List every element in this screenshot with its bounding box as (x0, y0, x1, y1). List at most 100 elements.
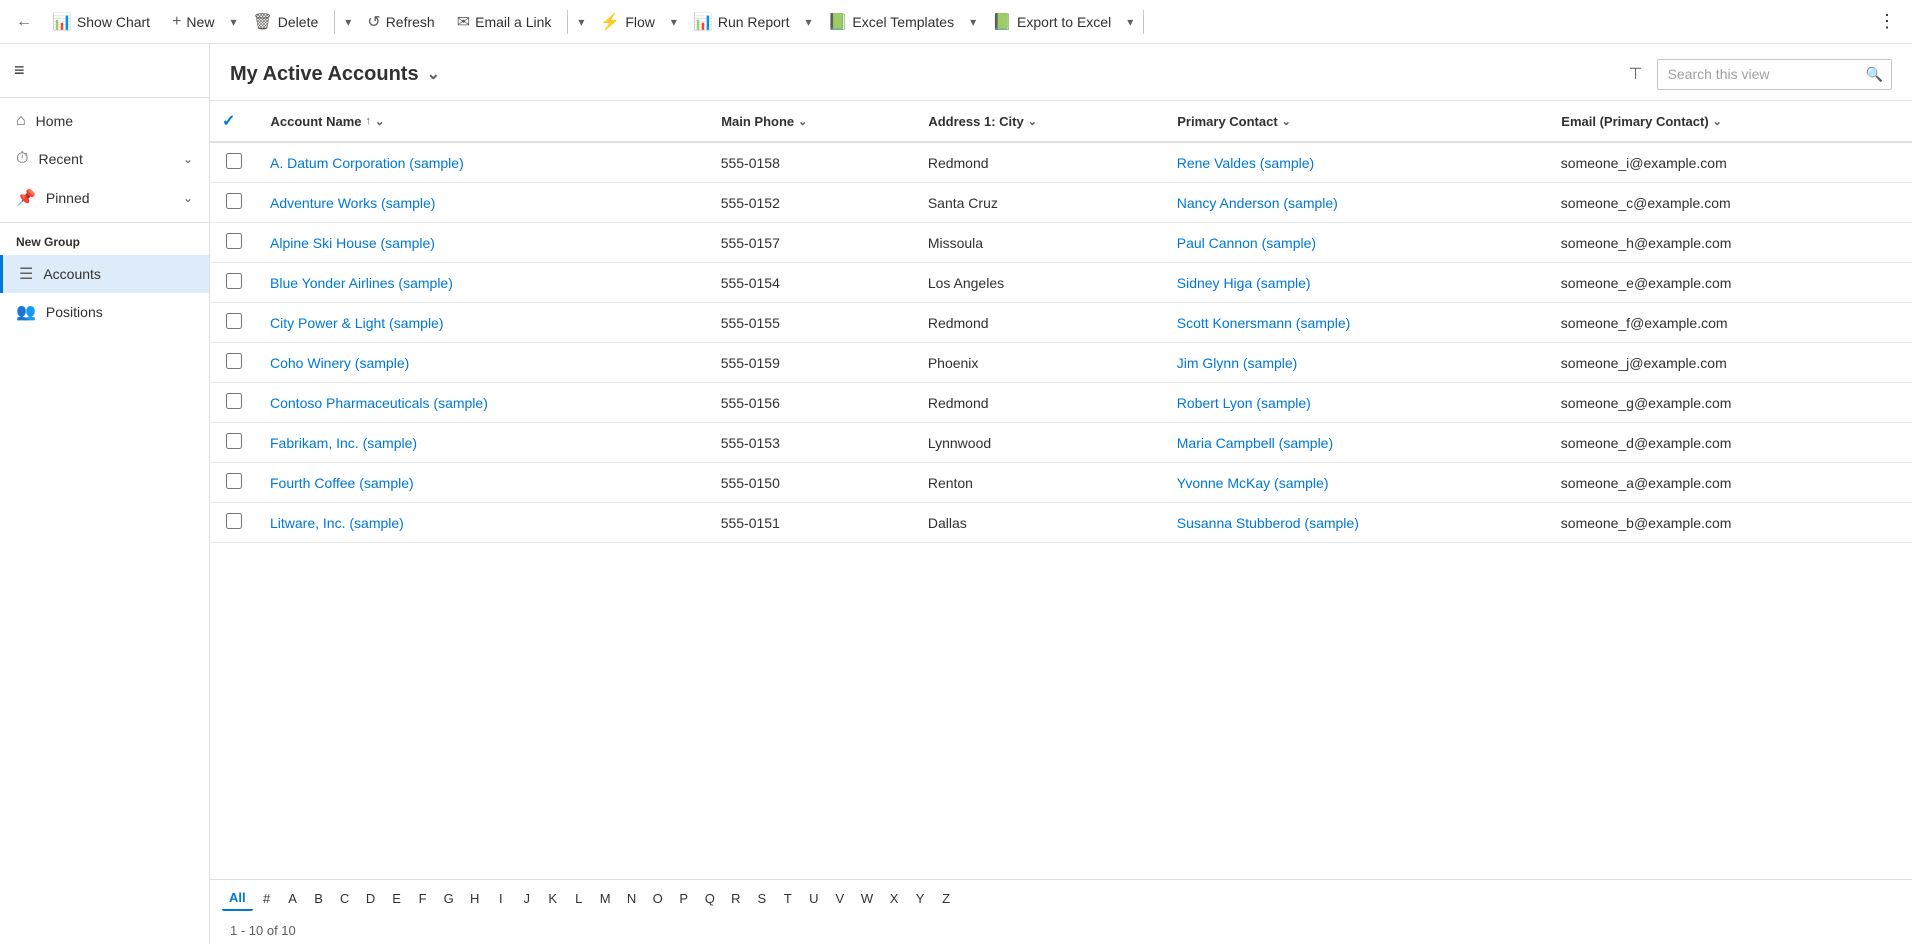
table-row[interactable]: Blue Yonder Airlines (sample) 555-0154 L… (210, 263, 1912, 303)
contact-link[interactable]: Rene Valdes (sample) (1177, 155, 1314, 171)
contact-link[interactable]: Scott Konersmann (sample) (1177, 315, 1351, 331)
account-name-link[interactable]: Litware, Inc. (sample) (270, 515, 404, 531)
row-select-checkbox[interactable] (226, 473, 242, 489)
flow-dropdown[interactable]: ▾ (667, 9, 681, 35)
flow-button[interactable]: ⚡ Flow (590, 6, 664, 38)
row-checkbox[interactable] (210, 223, 258, 263)
export-excel-button[interactable]: 📗 Export to Excel (982, 6, 1121, 38)
alpha-btn-all[interactable]: All (222, 886, 253, 911)
row-select-checkbox[interactable] (226, 313, 242, 329)
excel-templates-button[interactable]: 📗 Excel Templates (817, 6, 964, 38)
filter-button[interactable]: ⊤ (1623, 58, 1649, 90)
contact-link[interactable]: Nancy Anderson (sample) (1177, 195, 1338, 211)
sidebar-item-accounts[interactable]: ☰ Accounts (0, 255, 209, 293)
contact-link[interactable]: Maria Campbell (sample) (1177, 435, 1333, 451)
run-report-button[interactable]: 📊 Run Report (683, 6, 800, 38)
delete-button[interactable]: 🗑 Delete (242, 6, 328, 38)
account-name-link[interactable]: Contoso Pharmaceuticals (sample) (270, 395, 488, 411)
alpha-btn-t[interactable]: T (776, 887, 800, 910)
contact-link[interactable]: Paul Cannon (sample) (1177, 235, 1316, 251)
contact-link[interactable]: Jim Glynn (sample) (1177, 355, 1298, 371)
sidebar-item-recent[interactable]: ⏱ Recent ⌄ (0, 140, 209, 178)
row-checkbox[interactable] (210, 383, 258, 423)
alpha-btn-u[interactable]: U (802, 887, 826, 910)
back-button[interactable]: ← (8, 7, 40, 37)
alpha-btn-h[interactable]: H (463, 887, 487, 910)
export-excel-dropdown[interactable]: ▾ (1123, 9, 1137, 35)
contact-link[interactable]: Yvonne McKay (sample) (1177, 475, 1329, 491)
sidebar-item-home[interactable]: ⌂ Home (0, 102, 209, 140)
alpha-btn-q[interactable]: Q (698, 887, 722, 910)
alpha-btn-n[interactable]: N (620, 887, 644, 910)
row-checkbox[interactable] (210, 183, 258, 223)
alpha-btn-r[interactable]: R (724, 887, 748, 910)
table-row[interactable]: Fabrikam, Inc. (sample) 555-0153 Lynnwoo… (210, 423, 1912, 463)
row-checkbox[interactable] (210, 303, 258, 343)
alpha-btn-i[interactable]: I (489, 887, 513, 910)
new-button[interactable]: + New (162, 7, 224, 37)
table-row[interactable]: Fourth Coffee (sample) 555-0150 Renton Y… (210, 463, 1912, 503)
row-select-checkbox[interactable] (226, 393, 242, 409)
alpha-btn-#[interactable]: # (255, 887, 279, 910)
alpha-btn-a[interactable]: A (281, 887, 305, 910)
alpha-btn-o[interactable]: O (646, 887, 670, 910)
account-name-link[interactable]: A. Datum Corporation (sample) (270, 155, 464, 171)
more-options-button[interactable]: ⋮ (1870, 5, 1904, 38)
row-select-checkbox[interactable] (226, 193, 242, 209)
excel-templates-dropdown[interactable]: ▾ (966, 9, 980, 35)
alpha-btn-x[interactable]: X (882, 887, 906, 910)
alpha-btn-d[interactable]: D (359, 887, 383, 910)
account-name-link[interactable]: Alpine Ski House (sample) (270, 235, 435, 251)
alpha-btn-w[interactable]: W (854, 887, 880, 910)
row-select-checkbox[interactable] (226, 273, 242, 289)
row-select-checkbox[interactable] (226, 153, 242, 169)
row-select-checkbox[interactable] (226, 353, 242, 369)
alpha-btn-l[interactable]: L (567, 887, 591, 910)
view-title-dropdown[interactable]: ⌄ (427, 64, 440, 84)
hamburger-button[interactable]: ≡ (4, 52, 35, 89)
row-checkbox[interactable] (210, 423, 258, 463)
row-checkbox[interactable] (210, 503, 258, 543)
row-select-checkbox[interactable] (226, 233, 242, 249)
account-name-link[interactable]: Blue Yonder Airlines (sample) (270, 275, 453, 291)
table-row[interactable]: Contoso Pharmaceuticals (sample) 555-015… (210, 383, 1912, 423)
sidebar-item-positions[interactable]: 👥 Positions (0, 293, 209, 331)
row-checkbox[interactable] (210, 142, 258, 183)
account-name-link[interactable]: Fabrikam, Inc. (sample) (270, 435, 417, 451)
contact-link[interactable]: Sidney Higa (sample) (1177, 275, 1311, 291)
alpha-btn-c[interactable]: C (333, 887, 357, 910)
alpha-btn-b[interactable]: B (307, 887, 331, 910)
table-row[interactable]: Adventure Works (sample) 555-0152 Santa … (210, 183, 1912, 223)
row-checkbox[interactable] (210, 463, 258, 503)
search-input[interactable] (1658, 60, 1858, 88)
email-link-button[interactable]: ✉ Email a Link (447, 6, 562, 38)
select-all-check[interactable]: ✓ (222, 113, 235, 130)
search-button[interactable]: 🔍 (1858, 60, 1891, 89)
alpha-btn-p[interactable]: P (672, 887, 696, 910)
alpha-btn-f[interactable]: F (411, 887, 435, 910)
alpha-btn-s[interactable]: S (750, 887, 774, 910)
row-checkbox[interactable] (210, 263, 258, 303)
new-dropdown[interactable]: ▾ (226, 9, 240, 35)
table-row[interactable]: Alpine Ski House (sample) 555-0157 Misso… (210, 223, 1912, 263)
account-name-link[interactable]: Coho Winery (sample) (270, 355, 409, 371)
alpha-btn-z[interactable]: Z (934, 887, 958, 910)
contact-link[interactable]: Robert Lyon (sample) (1177, 395, 1311, 411)
table-row[interactable]: Coho Winery (sample) 555-0159 Phoenix Ji… (210, 343, 1912, 383)
row-select-checkbox[interactable] (226, 513, 242, 529)
contact-link[interactable]: Susanna Stubberod (sample) (1177, 515, 1359, 531)
alpha-btn-g[interactable]: G (437, 887, 461, 910)
show-chart-button[interactable]: 📊 Show Chart (42, 6, 160, 38)
row-checkbox[interactable] (210, 343, 258, 383)
alpha-btn-y[interactable]: Y (908, 887, 932, 910)
table-row[interactable]: City Power & Light (sample) 555-0155 Red… (210, 303, 1912, 343)
alpha-btn-e[interactable]: E (385, 887, 409, 910)
alpha-btn-k[interactable]: K (541, 887, 565, 910)
table-row[interactable]: Litware, Inc. (sample) 555-0151 Dallas S… (210, 503, 1912, 543)
alpha-btn-v[interactable]: V (828, 887, 852, 910)
refresh-button[interactable]: ↺ Refresh (357, 6, 444, 38)
delete-dropdown[interactable]: ▾ (341, 9, 355, 35)
run-report-dropdown[interactable]: ▾ (801, 9, 815, 35)
email-dropdown[interactable]: ▾ (574, 9, 588, 35)
account-name-link[interactable]: Fourth Coffee (sample) (270, 475, 414, 491)
